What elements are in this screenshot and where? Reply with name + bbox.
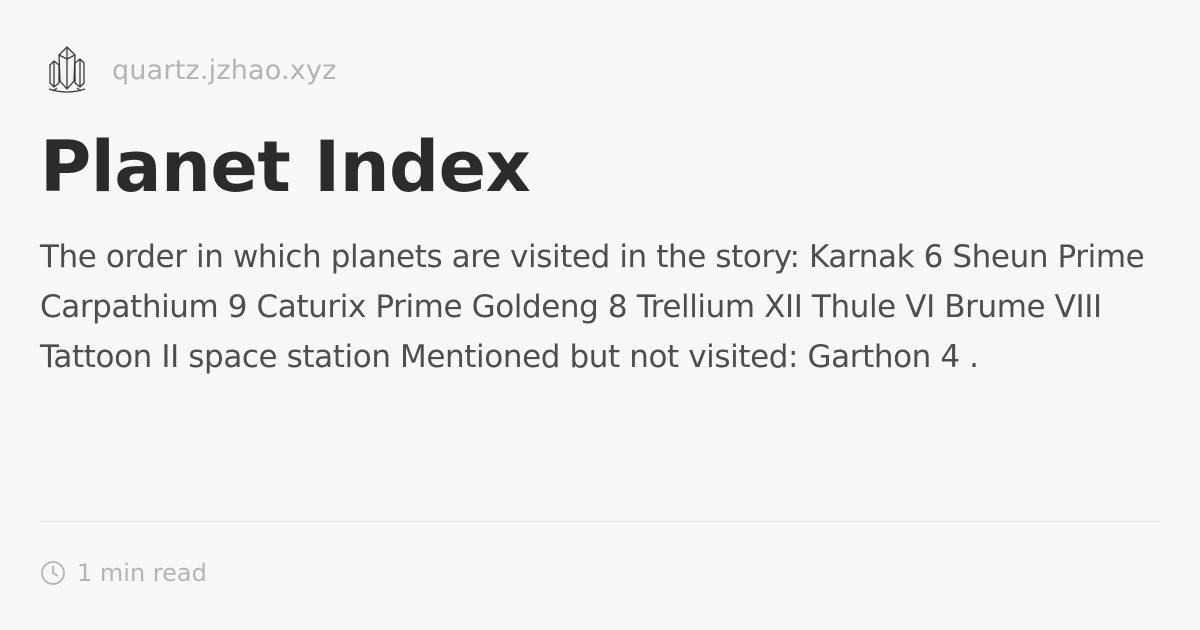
site-header: quartz.jzhao.xyz [40,40,337,100]
reading-time: 1 min read [77,559,207,587]
crystal-icon [40,40,94,100]
page-description: The order in which planets are visited i… [40,239,1145,375]
clock-icon [40,560,66,586]
reading-meta: 1 min read [40,556,207,590]
page-title: Planet Index [40,126,531,208]
site-name[interactable]: quartz.jzhao.xyz [112,55,337,86]
divider [40,521,1160,522]
og-card: quartz.jzhao.xyz Planet Index The order … [0,0,1200,630]
